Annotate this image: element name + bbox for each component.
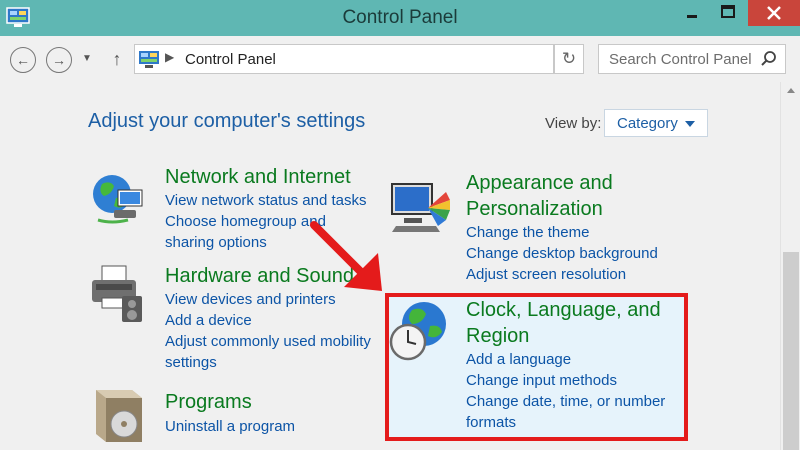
- link-desktop-background[interactable]: Change desktop background: [466, 243, 666, 264]
- search-icon[interactable]: [760, 50, 778, 68]
- link-date-time-formats[interactable]: Change date, time, or number formats: [466, 391, 678, 433]
- link-view-network-status[interactable]: View network status and tasks: [165, 190, 379, 211]
- programs-box-icon: [96, 390, 142, 442]
- chevron-right-icon[interactable]: ▶: [165, 50, 174, 64]
- minimize-icon[interactable]: [676, 0, 708, 26]
- category-programs: Programs Uninstall a program: [165, 389, 379, 437]
- red-arrow-icon: [310, 221, 382, 291]
- category-clock: Clock, Language, and Region Add a langua…: [466, 297, 678, 433]
- category-title[interactable]: Clock, Language, and Region: [466, 297, 678, 349]
- navigation-bar: ← → ▼ ↑ ▶ Control Panel ↻ Search Control…: [0, 36, 800, 82]
- link-add-device[interactable]: Add a device: [165, 310, 381, 331]
- close-icon[interactable]: [748, 0, 800, 26]
- breadcrumb[interactable]: Control Panel: [185, 51, 276, 68]
- clock-globe-icon: [389, 302, 446, 361]
- address-bar[interactable]: ▶ Control Panel: [134, 44, 554, 74]
- link-change-theme[interactable]: Change the theme: [466, 222, 666, 243]
- category-title[interactable]: Network and Internet: [165, 164, 379, 190]
- back-arrow-icon[interactable]: ←: [10, 47, 36, 73]
- network-globe-icon: [93, 175, 143, 224]
- view-by-value: Category: [617, 115, 678, 132]
- vertical-scrollbar[interactable]: [780, 82, 800, 450]
- chevron-down-icon[interactable]: ▼: [82, 53, 94, 65]
- maximize-icon[interactable]: [712, 0, 744, 26]
- control-panel-icon: [139, 51, 159, 68]
- link-add-language[interactable]: Add a language: [466, 349, 678, 370]
- title-bar: Control Panel: [0, 0, 800, 36]
- search-placeholder: Search Control Panel: [609, 51, 752, 68]
- link-input-methods[interactable]: Change input methods: [466, 370, 678, 391]
- scroll-up-icon[interactable]: [787, 88, 795, 93]
- category-appearance: Appearance and Personalization Change th…: [466, 170, 666, 285]
- dropdown-arrow-icon: [685, 121, 695, 127]
- view-by-dropdown[interactable]: Category: [604, 109, 708, 137]
- link-mobility-settings[interactable]: Adjust commonly used mobility settings: [165, 331, 381, 373]
- link-screen-resolution[interactable]: Adjust screen resolution: [466, 264, 666, 285]
- refresh-icon[interactable]: ↻: [554, 44, 584, 74]
- view-by-label: View by:: [545, 115, 602, 132]
- scrollbar-thumb[interactable]: [783, 252, 799, 450]
- category-title[interactable]: Appearance and Personalization: [466, 170, 666, 222]
- link-uninstall-program[interactable]: Uninstall a program: [165, 416, 379, 437]
- category-title[interactable]: Programs: [165, 389, 379, 415]
- printer-icon: [92, 265, 142, 322]
- search-input[interactable]: Search Control Panel: [598, 44, 786, 74]
- forward-arrow-icon[interactable]: →: [46, 47, 72, 73]
- up-arrow-icon[interactable]: ↑: [108, 48, 126, 70]
- page-title: Adjust your computer's settings: [88, 110, 366, 132]
